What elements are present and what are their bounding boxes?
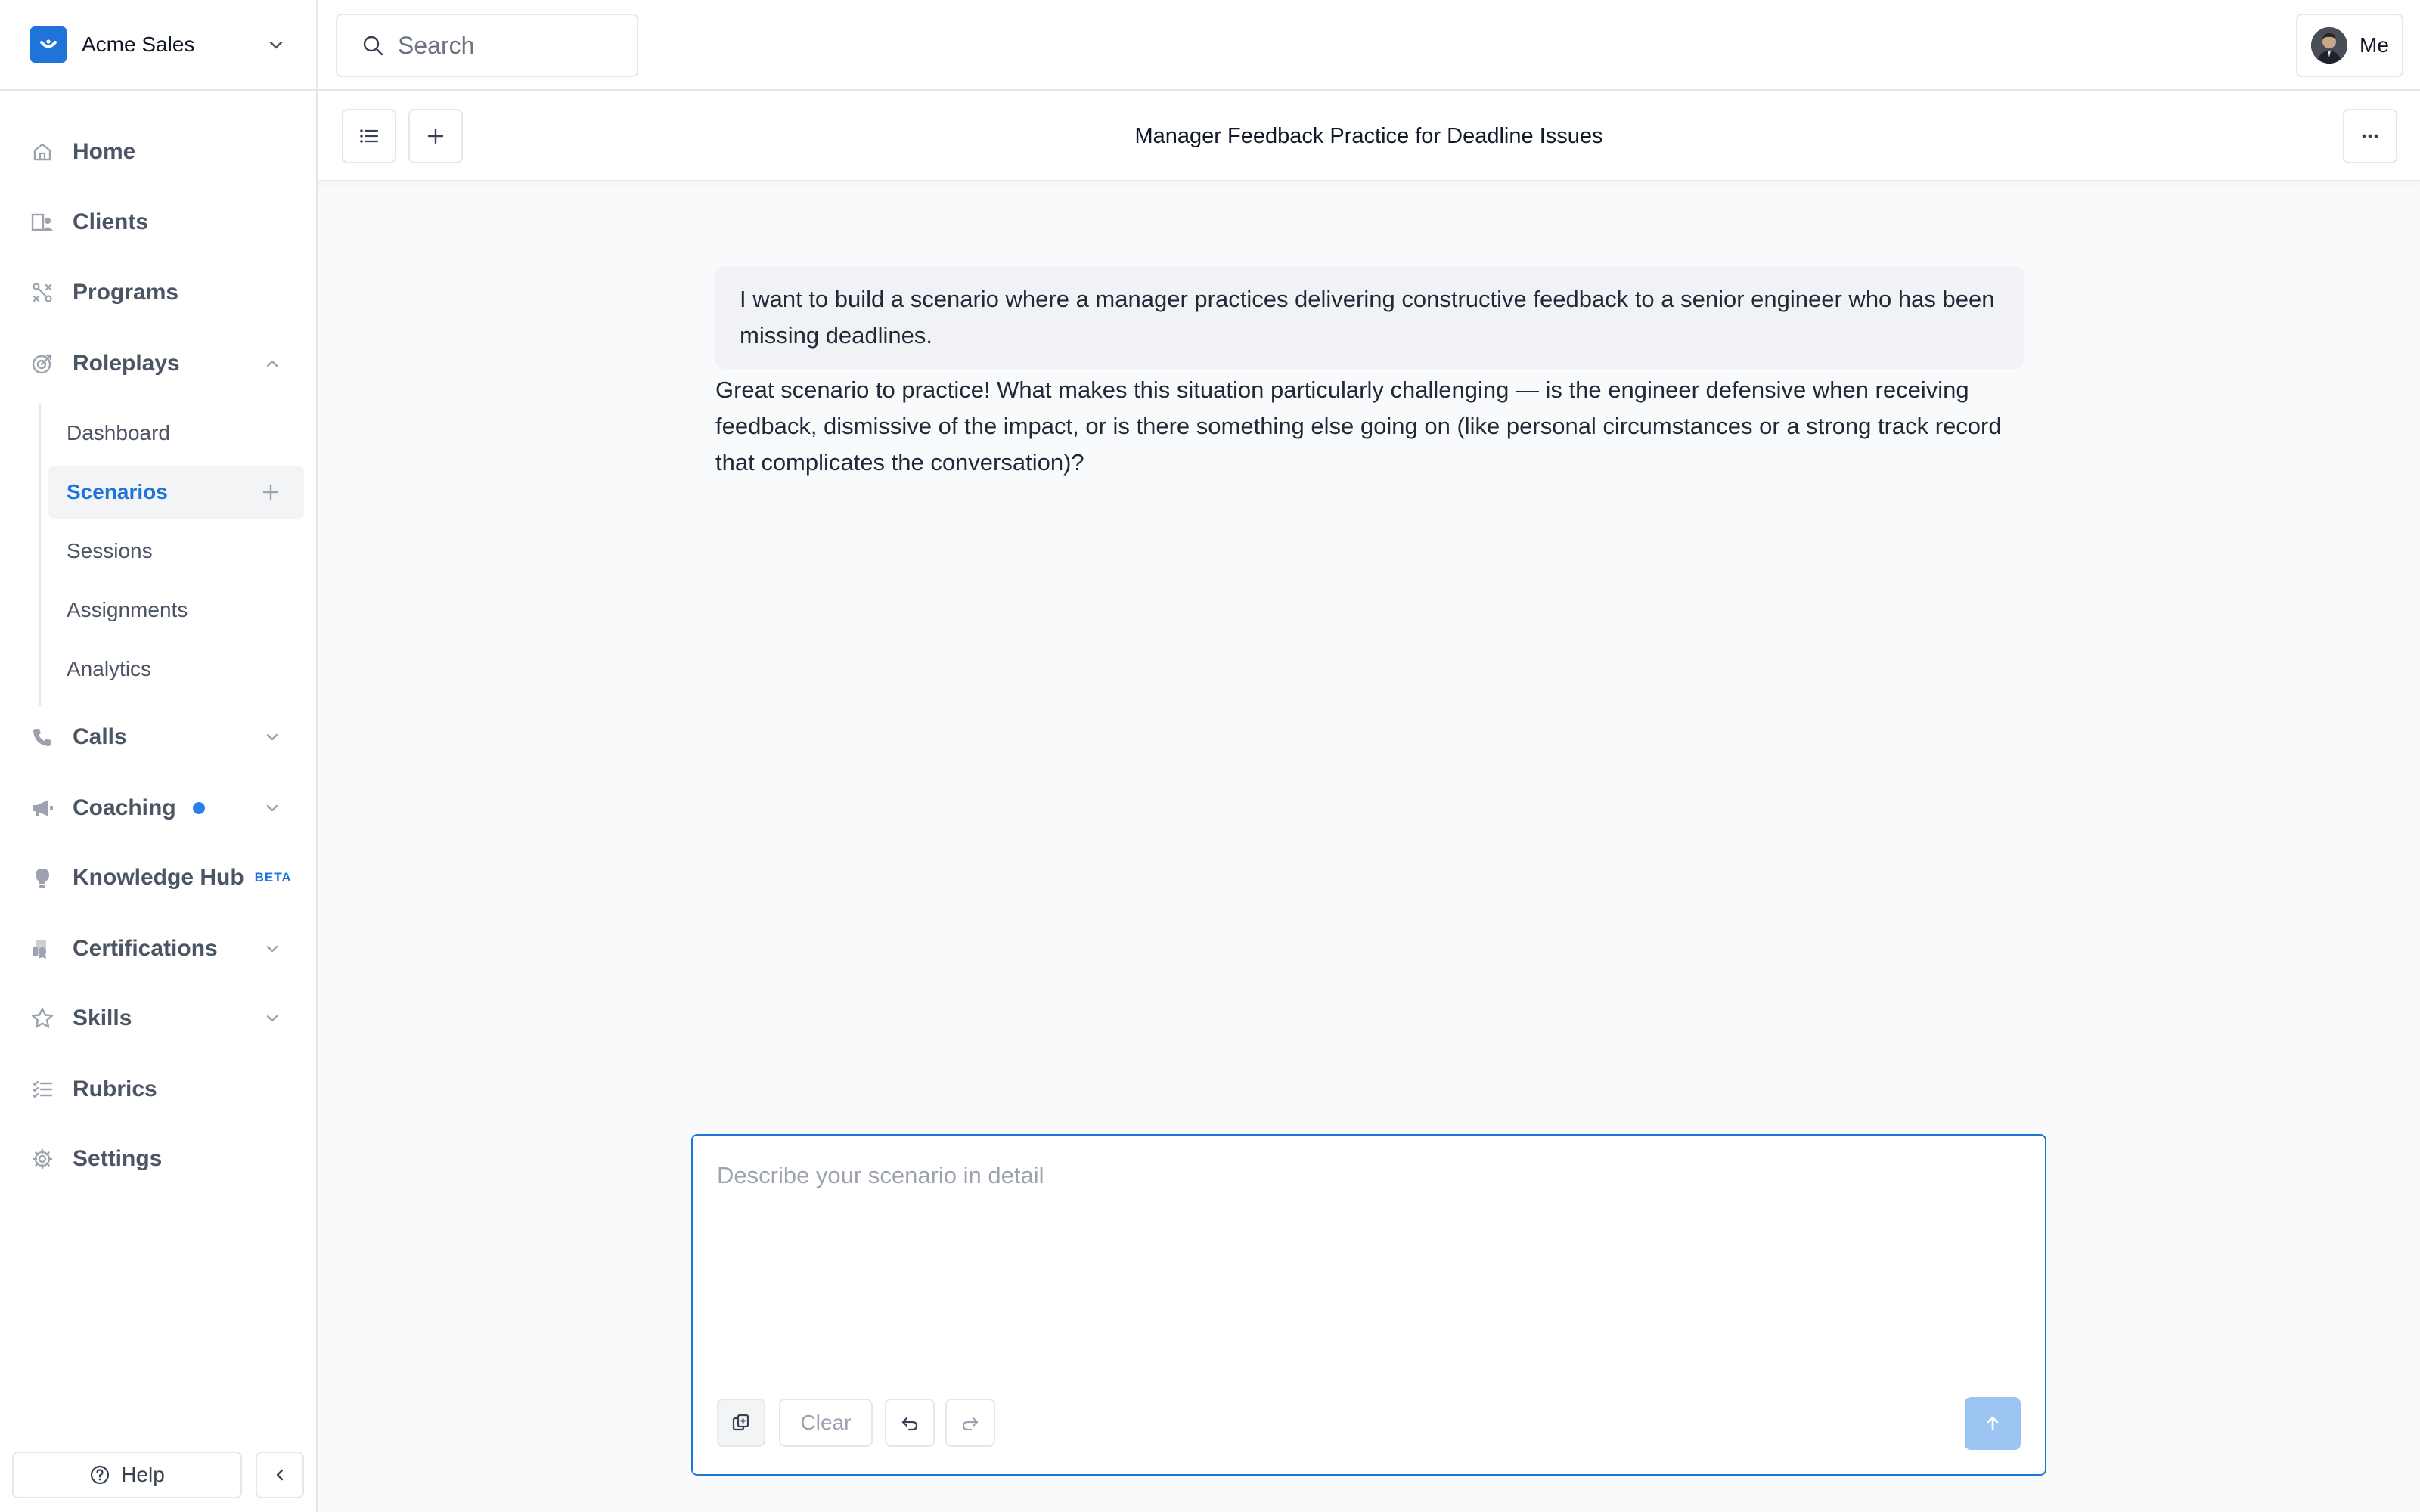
subnav-item-dashboard[interactable]: Dashboard: [48, 407, 304, 460]
phone-icon: [29, 723, 56, 751]
megaphone-icon: [29, 795, 56, 822]
subnav-item-label: Scenarios: [67, 480, 168, 503]
user-menu-label: Me: [2360, 33, 2389, 57]
sidebar-item-calls[interactable]: Calls: [12, 711, 304, 764]
new-conversation-button[interactable]: [408, 109, 463, 163]
user-menu-button[interactable]: Me: [2296, 14, 2403, 77]
sidebar-item-clients[interactable]: Clients: [12, 196, 304, 249]
chevron-down-icon: [262, 798, 283, 819]
subnav-item-label: Analytics: [67, 657, 152, 680]
collapse-sidebar-button[interactable]: [256, 1452, 304, 1498]
star-icon: [29, 1005, 56, 1032]
arrow-up-icon: [1982, 1413, 2003, 1434]
send-button[interactable]: [1965, 1397, 2021, 1450]
lightbulb-icon: [29, 864, 56, 891]
target-icon: [29, 350, 56, 377]
workspace-logo-icon: [30, 26, 67, 63]
copy-button[interactable]: [717, 1399, 765, 1447]
beta-badge: BETA: [254, 870, 292, 885]
add-scenario-icon[interactable]: [260, 482, 281, 503]
help-circle-icon: [89, 1464, 110, 1486]
sidebar-item-label: Certifications: [73, 936, 218, 961]
chevron-down-icon: [262, 727, 283, 748]
redo-icon: [960, 1412, 981, 1433]
list-icon: [358, 125, 380, 147]
clear-button[interactable]: Clear: [779, 1399, 873, 1447]
sidebar-item-knowledge-hub[interactable]: Knowledge Hub BETA: [12, 851, 304, 904]
undo-button[interactable]: [885, 1399, 935, 1447]
assistant-message: Great scenario to practice! What makes t…: [715, 376, 2002, 476]
search-box[interactable]: [336, 14, 638, 77]
top-bar: Me: [318, 0, 2420, 91]
sidebar-item-label: Calls: [73, 724, 127, 749]
sidebar-item-certifications[interactable]: Certifications: [12, 922, 304, 975]
subnav-item-assignments[interactable]: Assignments: [48, 584, 304, 637]
message-composer: Clear: [691, 1134, 2046, 1476]
sidebar-item-settings[interactable]: Settings: [12, 1132, 304, 1185]
subnav-item-scenarios[interactable]: Scenarios: [48, 466, 304, 519]
undo-icon: [899, 1412, 920, 1433]
chevron-down-icon: [262, 1008, 283, 1029]
sidebar-item-label: Coaching: [73, 795, 176, 820]
clients-icon: [29, 209, 56, 236]
chevron-down-icon: [265, 33, 287, 56]
subnav-item-analytics[interactable]: Analytics: [48, 643, 304, 696]
sidebar-item-roleplays[interactable]: Roleplays: [12, 337, 304, 390]
sidebar: Acme Sales Home Clients Programs Rolepla…: [0, 0, 318, 1512]
sidebar-item-rubrics[interactable]: Rubrics: [12, 1063, 304, 1116]
ellipsis-icon: [2359, 125, 2381, 147]
gear-icon: [29, 1145, 56, 1173]
sidebar-item-label: Clients: [73, 209, 149, 234]
sidebar-item-label: Home: [73, 139, 136, 164]
page-title: Manager Feedback Practice for Deadline I…: [1134, 124, 1603, 148]
subnav-item-sessions[interactable]: Sessions: [48, 525, 304, 578]
sidebar-item-label: Rubrics: [73, 1077, 157, 1101]
sidebar-item-label: Programs: [73, 280, 179, 305]
conversation-header: Manager Feedback Practice for Deadline I…: [318, 91, 2420, 181]
more-options-button[interactable]: [2343, 109, 2397, 163]
sidebar-item-coaching[interactable]: Coaching: [12, 782, 304, 835]
help-label: Help: [121, 1463, 165, 1486]
checklist-icon: [29, 1076, 56, 1103]
search-icon: [361, 34, 384, 57]
chevron-left-icon: [271, 1466, 289, 1484]
conversation-list-button[interactable]: [342, 109, 396, 163]
notification-dot: [192, 802, 205, 814]
programs-icon: [29, 279, 56, 306]
help-button[interactable]: Help: [12, 1452, 242, 1498]
search-input[interactable]: [398, 31, 625, 60]
certificate-icon: [29, 935, 56, 962]
subnav-item-label: Assignments: [67, 598, 188, 621]
sidebar-item-label: Settings: [73, 1146, 163, 1171]
chevron-down-icon: [262, 938, 283, 959]
sidebar-item-programs[interactable]: Programs: [12, 266, 304, 319]
subnav-item-label: Dashboard: [67, 421, 170, 445]
avatar: [2311, 27, 2347, 64]
conversation-area: I want to build a scenario where a manag…: [318, 181, 2420, 1126]
sidebar-item-home[interactable]: Home: [12, 125, 304, 178]
workspace-switcher[interactable]: Acme Sales: [0, 0, 318, 91]
workspace-name: Acme Sales: [82, 33, 195, 56]
home-icon: [29, 138, 56, 166]
scenario-description-input[interactable]: [717, 1158, 2018, 1355]
sidebar-item-skills[interactable]: Skills: [12, 992, 304, 1045]
sidebar-item-label: Knowledge Hub: [73, 865, 244, 890]
sidebar-item-label: Roleplays: [73, 351, 180, 376]
subnav-guide-line: [39, 404, 41, 706]
sidebar-item-label: Skills: [73, 1005, 132, 1030]
user-message: I want to build a scenario where a manag…: [715, 266, 2024, 369]
subnav-item-label: Sessions: [67, 539, 153, 562]
redo-button[interactable]: [945, 1399, 995, 1447]
app-root: Acme Sales Home Clients Programs Rolepla…: [0, 0, 2420, 1512]
copy-icon: [731, 1412, 752, 1433]
plus-icon: [425, 125, 446, 147]
chevron-up-icon: [262, 353, 283, 374]
